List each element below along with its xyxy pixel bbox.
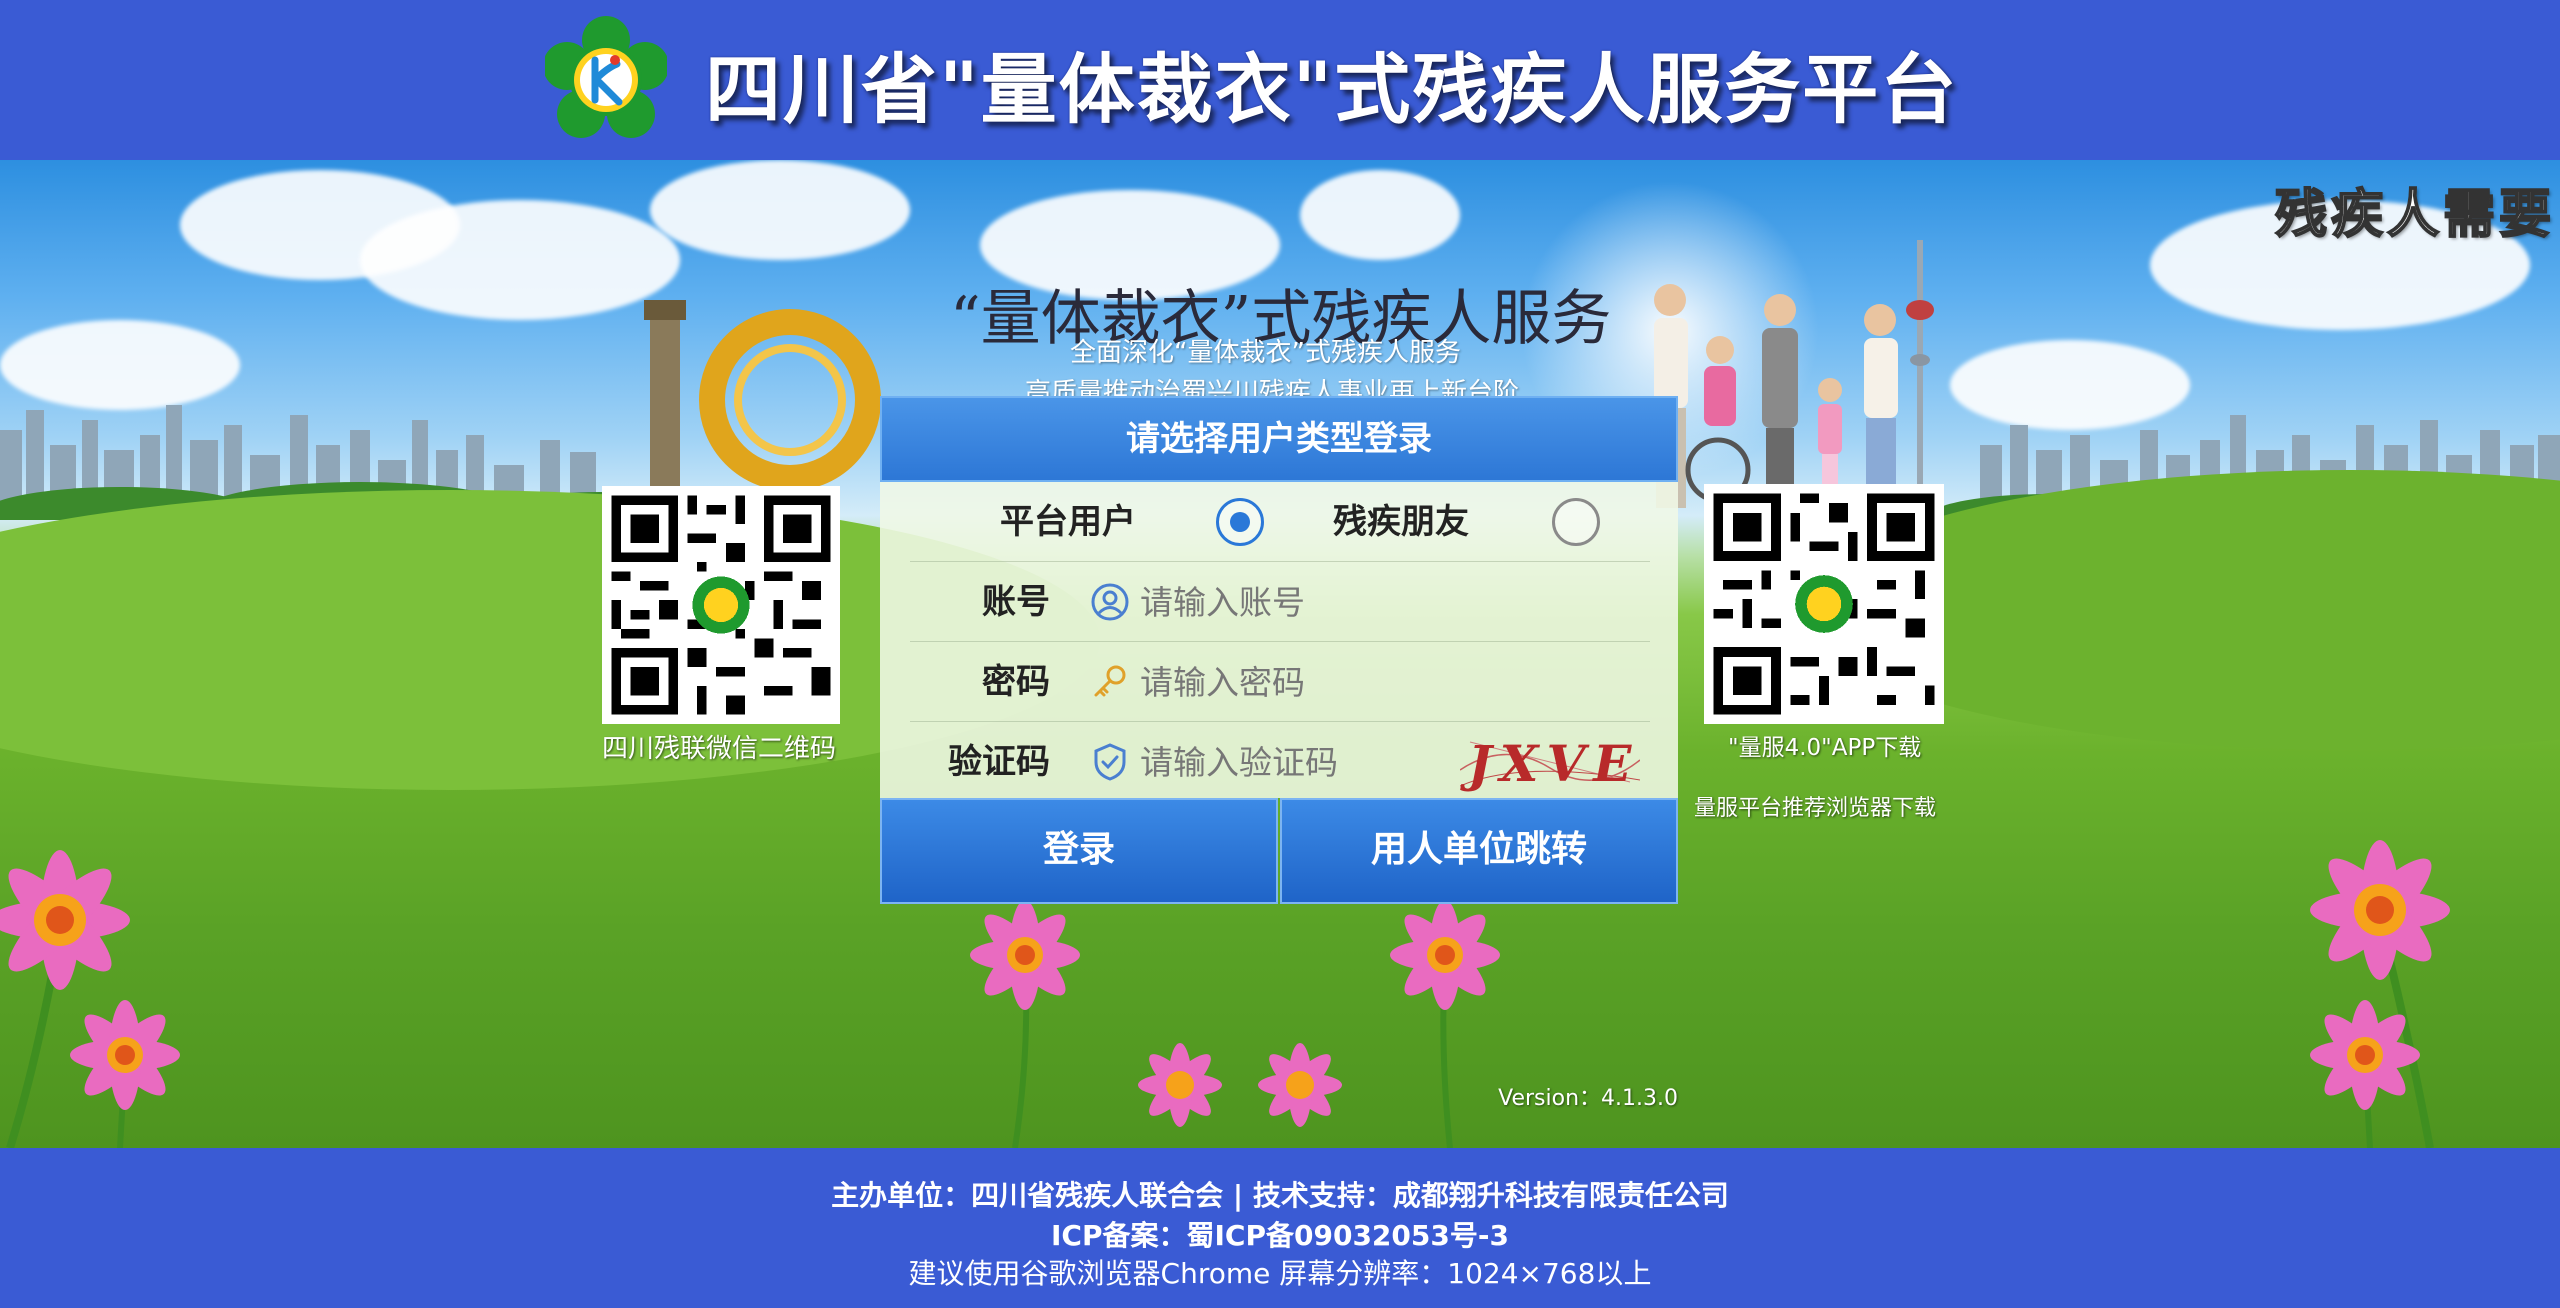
wechat-qr-caption: 四川残联微信二维码 — [602, 734, 837, 764]
captcha-input[interactable] — [1140, 732, 1440, 792]
cloud — [360, 200, 680, 320]
captcha-label: 验证码 — [948, 742, 1050, 782]
banner-subtitle: 全面深化“量体裁衣”式残疾人服务 — [1070, 338, 1461, 368]
login-panel: 请选择用户类型登录 平台用户 残疾朋友 账号 密码 — [880, 396, 1678, 1111]
site-header: 四川省"量体裁衣"式残疾人服务平台 — [0, 0, 2560, 160]
login-form: 平台用户 残疾朋友 账号 密码 — [880, 482, 1678, 798]
app-qr-caption: "量服4.0"APP下载 — [1728, 735, 1922, 761]
footer-icp: ICP备案：蜀ICP备09032053号-3 — [1051, 1219, 1509, 1252]
footer-browser-tip: 建议使用谷歌浏览器Chrome 屏幕分辨率：1024×768以上 — [908, 1257, 1652, 1290]
flower-icon — [70, 1000, 180, 1148]
wechat-qr-code — [602, 486, 840, 724]
version-label: Version：4.1.3.0 — [1498, 1086, 1678, 1111]
disability-federation-logo-icon — [545, 16, 667, 138]
qr-code-icon — [1704, 484, 1944, 724]
landmark-sculpture-icon — [644, 300, 881, 500]
password-label: 密码 — [982, 662, 1050, 702]
hero-scene: 残疾人需要 “量体裁衣”式残疾人服务 全面深化“量体裁衣”式残疾人服务 高质量推… — [0, 160, 2560, 1148]
login-heading: 请选择用户类型登录 — [880, 396, 1678, 482]
account-row: 账号 — [910, 562, 1650, 642]
user-icon — [1091, 583, 1129, 621]
radio-disabled-friend[interactable] — [1552, 498, 1600, 546]
qr-code-icon — [602, 486, 840, 724]
user-type-label-disabled-friend: 残疾朋友 — [1333, 502, 1469, 542]
browser-download-link[interactable]: 量服平台推荐浏览器下载 — [1694, 790, 1936, 822]
user-type-label-platform: 平台用户 — [1000, 502, 1136, 542]
flower-icon — [1258, 1043, 1342, 1127]
login-button[interactable]: 登录 — [880, 798, 1278, 904]
radio-platform-user[interactable] — [1216, 498, 1264, 546]
employer-redirect-button[interactable]: 用人单位跳转 — [1280, 798, 1678, 904]
key-icon — [1094, 665, 1126, 697]
captcha-image[interactable]: JXVE — [1460, 730, 1640, 794]
captcha-row: 验证码 JXVE — [910, 722, 1650, 802]
password-row: 密码 — [910, 642, 1650, 722]
scrolling-marquee-text: 残疾人需要 — [2274, 184, 2556, 246]
app-download-qr-code — [1704, 484, 1944, 724]
password-input[interactable] — [1140, 652, 1600, 712]
footer-organizer: 主办单位：四川省残疾人联合会 | 技术支持：成都翔升科技有限责任公司 — [831, 1179, 1729, 1212]
user-type-row: 平台用户 残疾朋友 — [910, 482, 1650, 562]
account-label: 账号 — [982, 582, 1050, 622]
site-title: 四川省"量体裁衣"式残疾人服务平台 — [705, 45, 1959, 134]
captcha-text: JXVE — [1468, 734, 1640, 793]
flower-icon — [970, 900, 1080, 1148]
flower-icon — [2310, 1000, 2420, 1148]
flower-icon — [1390, 900, 1500, 1148]
flower-icon — [1138, 1043, 1222, 1127]
cloud — [1300, 170, 1460, 260]
cloud — [650, 160, 910, 260]
account-input[interactable] — [1140, 572, 1600, 632]
site-footer: 主办单位：四川省残疾人联合会 | 技术支持：成都翔升科技有限责任公司 ICP备案… — [0, 1148, 2560, 1308]
shield-check-icon — [1094, 743, 1126, 781]
